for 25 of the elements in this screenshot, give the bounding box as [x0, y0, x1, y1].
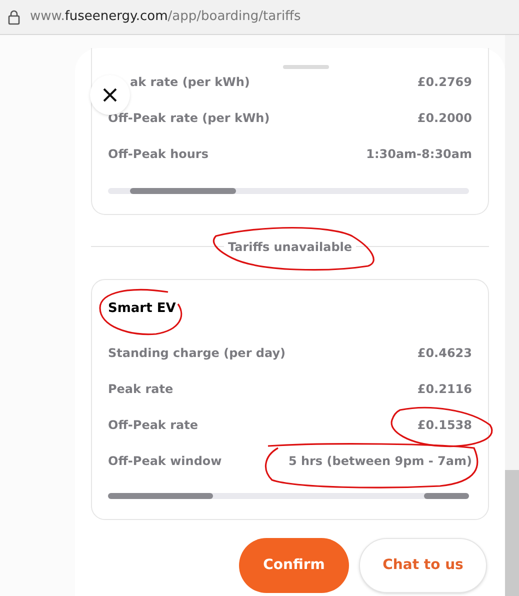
drag-handle[interactable] [283, 65, 329, 69]
horizontal-scrollbar[interactable] [108, 188, 469, 194]
rate-value: £0.1538 [417, 417, 472, 434]
rate-label: Off-Peak hours [108, 146, 208, 163]
address-bar[interactable]: www.fuseenergy.com/app/boarding/tariffs [0, 0, 519, 35]
rate-value: £0.2116 [417, 381, 472, 398]
rate-value: £0.2769 [417, 74, 472, 91]
rate-value: £0.4623 [417, 345, 472, 362]
page-scrollbar[interactable] [505, 470, 519, 596]
rate-label: Off-Peak window [108, 453, 222, 470]
horizontal-scrollbar[interactable] [108, 493, 469, 499]
rate-label: Off-Peak rate (per kWh) [108, 110, 270, 127]
tariff-name: Smart EV [108, 300, 177, 318]
rate-label: Off-Peak rate [108, 417, 198, 434]
rate-label: ak rate (per kWh) [130, 74, 250, 91]
url-text: www.fuseenergy.com/app/boarding/tariffs [30, 8, 301, 26]
rate-label: Standing charge (per day) [108, 345, 286, 362]
rate-value: £0.2000 [417, 110, 472, 127]
close-icon [102, 87, 118, 103]
chat-button[interactable]: Chat to us [359, 538, 487, 593]
rate-value: 1:30am-8:30am [366, 146, 472, 163]
confirm-button[interactable]: Confirm [239, 538, 349, 593]
rate-value: 5 hrs (between 9pm - 7am) [288, 453, 472, 470]
rate-label: Peak rate [108, 381, 174, 398]
lock-icon [8, 10, 20, 24]
